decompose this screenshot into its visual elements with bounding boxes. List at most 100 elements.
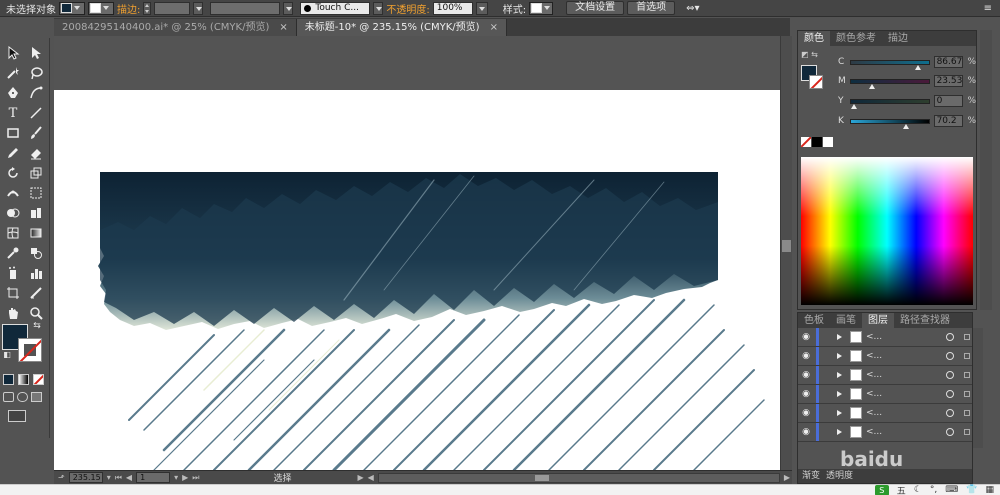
- close-icon[interactable]: ×: [490, 19, 498, 36]
- canvas-vertical-scrollbar[interactable]: [780, 36, 792, 470]
- line-segment-tool-icon[interactable]: [26, 104, 46, 122]
- scroll-thumb[interactable]: [782, 240, 791, 252]
- tab-pathfinder[interactable]: 路径查找器: [894, 313, 956, 328]
- black-value-field[interactable]: 70.2: [933, 115, 964, 127]
- selection-square-icon[interactable]: [964, 429, 970, 435]
- expand-triangle-icon[interactable]: [837, 429, 842, 435]
- graphic-style-button[interactable]: [529, 1, 554, 15]
- stroke-weight-field[interactable]: [154, 1, 191, 15]
- draw-inside-icon[interactable]: [31, 392, 42, 402]
- status-menu-icon[interactable]: ▶: [357, 473, 363, 482]
- rectangle-tool-icon[interactable]: [3, 124, 23, 142]
- white-swatch[interactable]: [823, 137, 833, 147]
- layer-row[interactable]: ◉ <...: [798, 423, 972, 442]
- opacity-field[interactable]: 100%: [432, 1, 473, 15]
- tab-stroke[interactable]: 描边: [882, 31, 914, 46]
- zoom-dropdown-icon[interactable]: ▾: [107, 473, 111, 482]
- layer-row[interactable]: ◉ <...: [798, 404, 972, 423]
- selection-tool-icon[interactable]: [3, 44, 23, 62]
- eyedropper-tool-icon[interactable]: [3, 244, 23, 262]
- ime-icon[interactable]: S: [874, 484, 889, 495]
- ime-mode[interactable]: 五: [897, 484, 906, 495]
- type-tool-icon[interactable]: T: [3, 104, 23, 122]
- color-stroke-swatch[interactable]: [809, 75, 823, 89]
- layer-name[interactable]: <...: [866, 351, 882, 361]
- live-paint-tool-icon[interactable]: [26, 204, 46, 222]
- brush-dropdown[interactable]: [373, 1, 384, 15]
- direct-selection-tool-icon[interactable]: [26, 44, 46, 62]
- lasso-tool-icon[interactable]: [26, 64, 46, 82]
- layer-name[interactable]: <...: [866, 370, 882, 380]
- curvature-tool-icon[interactable]: [26, 84, 46, 102]
- layer-row[interactable]: ◉ <...: [798, 328, 972, 347]
- gradient-mode-icon[interactable]: [18, 374, 29, 385]
- stroke-color-box[interactable]: [18, 338, 42, 362]
- draw-behind-icon[interactable]: [17, 392, 28, 402]
- cyan-slider-track[interactable]: [849, 59, 930, 70]
- gradient-tool-icon[interactable]: [26, 224, 46, 242]
- tab-layers[interactable]: 图层: [862, 313, 894, 328]
- eye-icon[interactable]: ◉: [798, 351, 814, 361]
- stroke-weight-stepper[interactable]: [143, 1, 152, 15]
- variable-width-profile[interactable]: [210, 1, 281, 15]
- eye-icon[interactable]: ◉: [798, 370, 814, 380]
- zoom-field[interactable]: 235.15: [68, 472, 103, 483]
- selection-square-icon[interactable]: [964, 353, 970, 359]
- brush-definition-field[interactable]: Touch C...: [300, 1, 371, 15]
- layer-name[interactable]: <...: [866, 389, 882, 399]
- scroll-left-icon[interactable]: ◀: [368, 473, 374, 482]
- next-page-icon[interactable]: ▶: [182, 473, 188, 482]
- target-circle-icon[interactable]: [946, 352, 954, 360]
- keyboard-icon[interactable]: ⌨: [945, 485, 958, 495]
- shape-builder-tool-icon[interactable]: [3, 204, 23, 222]
- doc-setup-button[interactable]: 文档设置: [566, 1, 625, 15]
- screen-mode-icon[interactable]: [8, 410, 26, 422]
- profile-dropdown[interactable]: [283, 1, 294, 15]
- stroke-label[interactable]: 描边:: [117, 1, 140, 16]
- pencil-tool-icon[interactable]: [3, 144, 23, 162]
- expand-triangle-icon[interactable]: [837, 391, 842, 397]
- opacity-dropdown[interactable]: [475, 1, 488, 15]
- slider-thumb[interactable]: [868, 83, 875, 89]
- target-circle-icon[interactable]: [946, 428, 954, 436]
- paintbrush-tool-icon[interactable]: [26, 124, 46, 142]
- yellow-slider-track[interactable]: [849, 98, 930, 109]
- swap-colors-icon[interactable]: ⇆: [30, 320, 44, 332]
- selection-square-icon[interactable]: [964, 410, 970, 416]
- target-circle-icon[interactable]: [946, 333, 954, 341]
- layer-name[interactable]: <...: [866, 408, 882, 418]
- default-colors-icon[interactable]: ◩ ⇆: [801, 50, 818, 59]
- slider-thumb[interactable]: [850, 103, 857, 109]
- blend-tool-icon[interactable]: [26, 244, 46, 262]
- slider-thumb[interactable]: [902, 123, 909, 129]
- expand-triangle-icon[interactable]: [837, 410, 842, 416]
- page-dropdown-icon[interactable]: ▾: [174, 473, 178, 482]
- artwork-rain-scene[interactable]: [54, 90, 780, 470]
- layer-name[interactable]: <...: [866, 427, 882, 437]
- none-swatch[interactable]: [801, 137, 811, 147]
- layer-row[interactable]: ◉ <...: [798, 347, 972, 366]
- expand-triangle-icon[interactable]: [837, 334, 842, 340]
- magic-wand-tool-icon[interactable]: [3, 64, 23, 82]
- stroke-swatch-button[interactable]: [88, 1, 114, 15]
- black-slider-track[interactable]: [849, 118, 930, 129]
- target-circle-icon[interactable]: [946, 371, 954, 379]
- fill-swatch-button[interactable]: [59, 1, 85, 15]
- export-icon[interactable]: ⬏: [58, 473, 65, 482]
- expand-triangle-icon[interactable]: [837, 372, 842, 378]
- target-circle-icon[interactable]: [946, 409, 954, 417]
- eraser-tool-icon[interactable]: [26, 144, 46, 162]
- width-tool-icon[interactable]: [3, 184, 23, 202]
- color-spectrum[interactable]: [801, 157, 973, 305]
- tab-swatches[interactable]: 色板: [798, 313, 830, 328]
- target-circle-icon[interactable]: [946, 390, 954, 398]
- pen-tool-icon[interactable]: [3, 84, 23, 102]
- scale-tool-icon[interactable]: [26, 164, 46, 182]
- eye-icon[interactable]: ◉: [798, 427, 814, 437]
- punctuation-icon[interactable]: °,: [930, 485, 937, 495]
- skin-icon[interactable]: 👕: [966, 485, 977, 495]
- tab-color[interactable]: 颜色: [798, 31, 830, 46]
- canvas-horizontal-scrollbar[interactable]: [377, 472, 780, 483]
- hand-tool-icon[interactable]: [3, 304, 23, 322]
- layers-panel-scrollbar[interactable]: [973, 328, 983, 448]
